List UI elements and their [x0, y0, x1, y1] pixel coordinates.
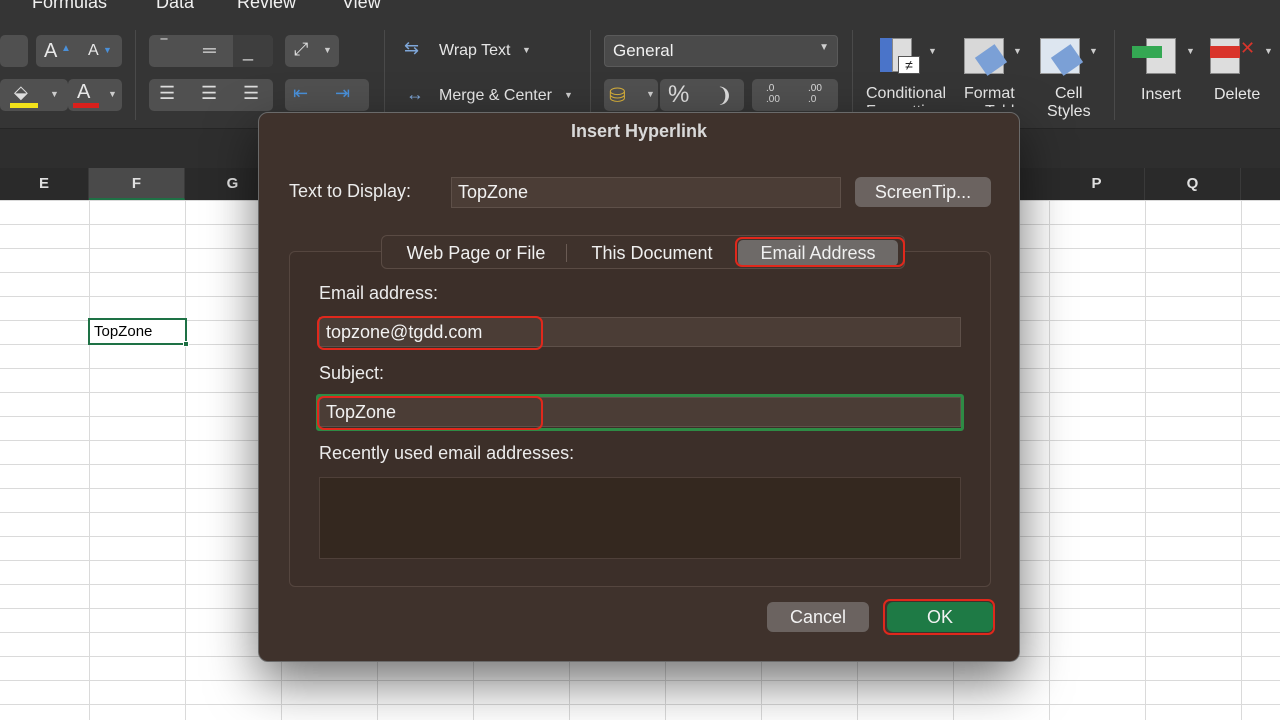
comma-style-button[interactable]: ❩	[716, 83, 733, 108]
chevron-down-icon[interactable]: ▼	[928, 46, 937, 56]
ribbon-separator	[135, 30, 136, 120]
cancel-button[interactable]: Cancel	[767, 602, 869, 632]
ribbon-separator	[590, 30, 591, 120]
decrease-indent-icon[interactable]: ⇤	[293, 83, 308, 104]
align-right-icon[interactable]: ☰	[243, 83, 259, 104]
chevron-down-icon: ▼	[646, 89, 655, 99]
accounting-format-button[interactable]: ⛁ ▼	[604, 79, 658, 111]
cell-styles-icon	[1040, 38, 1084, 76]
align-top-icon[interactable]: ‾	[161, 37, 167, 58]
chevron-down-icon[interactable]: ▼	[50, 89, 59, 99]
chevron-down-icon[interactable]: ▼	[1264, 46, 1273, 56]
conditional-formatting-icon: ≠	[880, 36, 920, 74]
highlight-subject-field	[317, 396, 543, 430]
tab-web-page-or-file[interactable]: Web Page or File	[388, 240, 564, 266]
up-caret-icon: ▲	[61, 43, 71, 54]
horizontal-align-group: ☰ ☰ ☰	[149, 79, 273, 111]
chevron-down-icon[interactable]: ▼	[1013, 46, 1022, 56]
fill-color-button[interactable]: ⬙ ▼	[0, 79, 68, 111]
wrap-text-icon: ⇆	[404, 38, 420, 58]
fill-color-swatch	[10, 103, 38, 108]
format-as-table-button[interactable]: Format as Table	[964, 85, 1023, 107]
recent-emails-label: Recently used email addresses:	[319, 443, 575, 463]
column-header-p[interactable]: P	[1049, 168, 1145, 200]
font-color-swatch	[73, 103, 99, 108]
paint-bucket-icon: ⬙	[14, 82, 28, 102]
cell-styles-button[interactable]: Cell Styles	[1047, 85, 1091, 121]
merge-center-icon: ↔	[406, 84, 424, 104]
tab-separator	[566, 244, 567, 262]
merge-center-button[interactable]: Merge & Center	[439, 87, 552, 105]
number-format-value: General	[613, 41, 674, 60]
text-orientation-icon: ⤢	[294, 39, 309, 59]
tab-this-document[interactable]: This Document	[572, 240, 732, 266]
tab-data[interactable]: Data	[156, 0, 194, 13]
chevron-down-icon[interactable]: ▼	[522, 45, 531, 55]
insert-hyperlink-dialog: Insert Hyperlink Text to Display: TopZon…	[258, 112, 1020, 662]
font-increase-icon[interactable]: A	[44, 40, 57, 63]
chevron-down-icon[interactable]: ▼	[1089, 46, 1098, 56]
font-color-button[interactable]: A ▼	[68, 79, 122, 111]
down-caret-icon: ▼	[103, 45, 112, 55]
text-to-display-label: Text to Display:	[289, 181, 412, 201]
ribbon: Formulas Data Review View A ▲ A ▼ ⬙ ▼ A …	[0, 0, 1280, 128]
insert-button[interactable]: Insert	[1141, 86, 1181, 104]
conditional-formatting-button[interactable]: Conditional Formatting	[866, 85, 946, 107]
ribbon-separator	[1114, 30, 1115, 120]
subject-label: Subject:	[319, 363, 385, 383]
highlight-email-tab	[735, 237, 905, 267]
chevron-down-icon[interactable]: ▼	[1186, 46, 1195, 56]
align-middle-icon[interactable]: ═	[203, 40, 216, 61]
align-left-icon[interactable]: ☰	[159, 83, 175, 104]
ribbon-separator	[852, 30, 853, 120]
selected-cell[interactable]: TopZone	[88, 318, 189, 347]
cell-value: TopZone	[94, 323, 153, 340]
column-header-e[interactable]: E	[0, 168, 89, 200]
increase-indent-icon[interactable]: ⇥	[335, 83, 350, 104]
increase-decimal-button[interactable]: .0 .00	[766, 83, 780, 105]
percent-style-button[interactable]: %	[668, 81, 689, 109]
column-header-q[interactable]: Q	[1145, 168, 1241, 200]
screentip-button[interactable]: ScreenTip...	[855, 177, 991, 207]
chevron-down-icon: ▼	[819, 42, 829, 53]
coins-icon: ⛁	[609, 85, 626, 107]
wrap-text-button[interactable]: Wrap Text	[439, 42, 510, 60]
decrease-decimal-button[interactable]: .00 .0	[808, 83, 822, 105]
font-decrease-icon[interactable]: A	[88, 42, 99, 60]
column-header-f[interactable]: F	[89, 168, 185, 200]
vertical-align-group: ‾ ═ _	[149, 35, 273, 67]
highlight-ok-button	[883, 599, 995, 635]
format-as-table-icon	[964, 38, 1008, 76]
recent-emails-list[interactable]	[319, 477, 961, 559]
text-to-display-field[interactable]: TopZone	[451, 177, 841, 208]
delete-button[interactable]: Delete	[1214, 86, 1260, 104]
email-address-label: Email address:	[319, 283, 439, 303]
indent-group: ⇤ ⇥	[285, 79, 369, 111]
align-bottom-icon: _	[243, 41, 254, 61]
dialog-title: Insert Hyperlink	[570, 121, 708, 141]
align-bottom-button[interactable]: _	[233, 35, 273, 67]
align-center-icon[interactable]: ☰	[201, 83, 217, 104]
chevron-down-icon: ▼	[323, 45, 332, 55]
delete-cells-icon: ✕	[1208, 38, 1255, 74]
font-size-dropdown[interactable]	[0, 35, 28, 67]
orientation-button[interactable]: ⤢ ▼	[285, 35, 339, 67]
tab-view[interactable]: View	[342, 0, 381, 13]
percent-comma-group: % ❩	[660, 79, 744, 111]
fill-handle[interactable]	[183, 341, 189, 347]
highlight-email-field	[317, 316, 543, 350]
chevron-down-icon[interactable]: ▼	[108, 89, 117, 99]
tab-formulas[interactable]: Formulas	[32, 0, 107, 13]
insert-cells-icon	[1132, 38, 1178, 74]
chevron-down-icon[interactable]: ▼	[564, 90, 573, 100]
number-format-dropdown[interactable]: General ▼	[604, 35, 838, 67]
font-size-buttons: A ▲ A ▼	[36, 35, 122, 67]
text-to-display-value: TopZone	[458, 182, 529, 202]
ribbon-separator	[384, 30, 385, 120]
tab-review[interactable]: Review	[237, 0, 296, 13]
font-color-icon: A	[77, 81, 91, 103]
decimal-group: .0 .00 .00 .0	[752, 79, 838, 111]
